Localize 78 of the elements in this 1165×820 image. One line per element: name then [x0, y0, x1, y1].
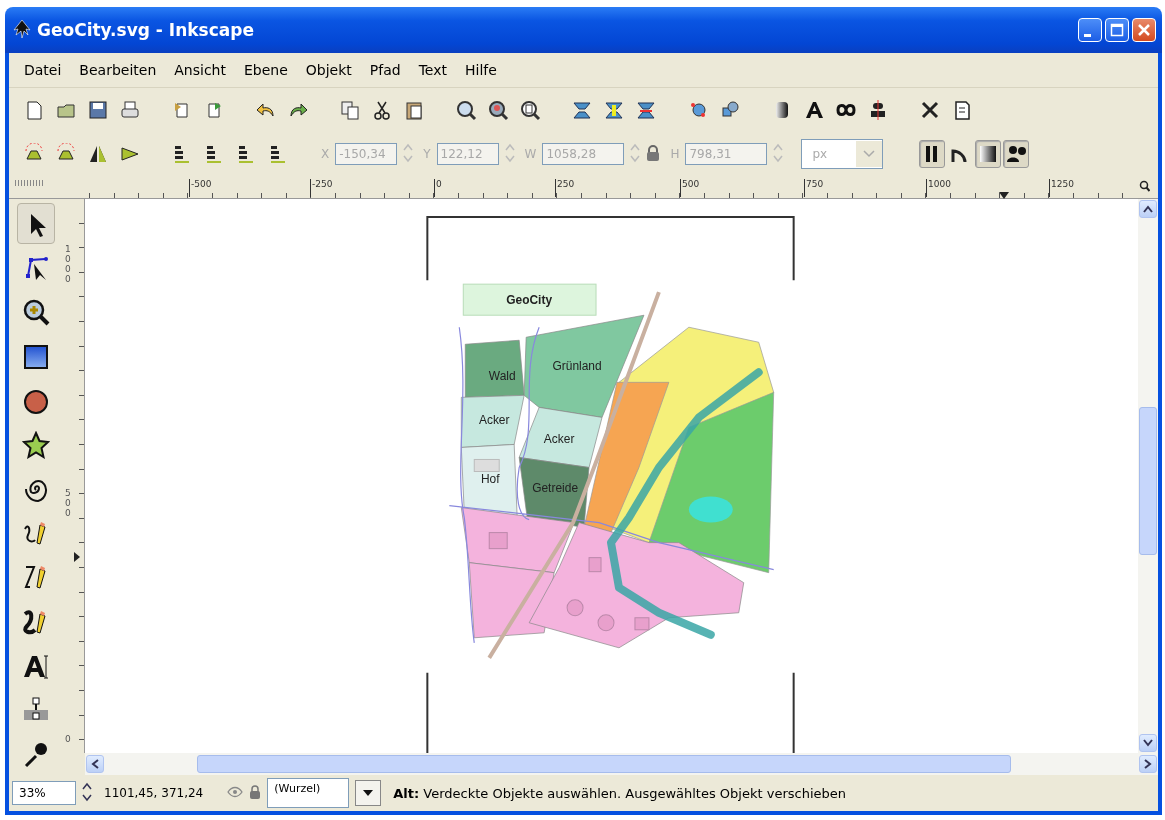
rectangle-icon [21, 342, 50, 371]
lock-icon[interactable] [646, 143, 661, 162]
scroll-up-icon[interactable] [1143, 205, 1153, 213]
map-label: Getreide [532, 480, 579, 495]
scroll-left-icon[interactable] [91, 759, 99, 769]
field-label: Y [423, 147, 431, 161]
pattern-icon [1005, 143, 1028, 165]
toggle-button[interactable] [919, 140, 946, 168]
ruler-label: -500 [189, 179, 212, 197]
ruler-label: 1000 [65, 245, 71, 285]
zoom-icon [21, 298, 50, 327]
maximize-button[interactable] [1105, 18, 1129, 42]
menu-item[interactable]: Datei [15, 62, 71, 78]
dropdown-button[interactable] [355, 780, 382, 806]
scissors-icon[interactable] [371, 99, 393, 121]
cursor-coordinates: 1101,45, 371,24 [104, 786, 204, 800]
position-marker-icon [74, 552, 80, 562]
align-icon[interactable] [603, 99, 625, 121]
magnifier-icon[interactable] [455, 99, 477, 121]
magnifier-icon[interactable] [519, 99, 541, 121]
window-title: GeoCity.svg - Inkscape [37, 20, 255, 40]
ruler-label: 750 [804, 179, 824, 197]
menu-item[interactable]: Pfad [360, 62, 410, 78]
zoom-field[interactable]: 33% [12, 781, 76, 805]
eye-icon[interactable] [227, 785, 244, 798]
menu-item[interactable]: Text [409, 62, 456, 78]
spin-arrows-icon[interactable] [82, 780, 92, 803]
printer-icon[interactable] [119, 99, 141, 121]
align-icon[interactable] [635, 99, 657, 121]
field-label: X [321, 147, 330, 161]
horizontal-scrollbar[interactable] [85, 753, 1158, 775]
ruler-label: 0 [65, 735, 71, 745]
map-label: Hof [480, 471, 500, 486]
menu-item[interactable]: Ebene [235, 62, 297, 78]
map-label: Wald [488, 369, 516, 384]
ruler-label: 500 [65, 489, 71, 519]
field-label: H [670, 147, 680, 161]
ruler-label: 1250 [1049, 179, 1074, 197]
scroll-thumb[interactable] [1139, 407, 1157, 555]
star-icon [21, 430, 50, 459]
ruler-label: 0 [434, 179, 442, 197]
app-logo-icon [11, 18, 33, 39]
minimize-icon [1083, 33, 1091, 37]
ruler-label: 500 [680, 179, 700, 197]
close-icon [1137, 23, 1151, 37]
ruler-label: -250 [310, 179, 333, 197]
map-label: Acker [543, 432, 575, 447]
duplicate-icon[interactable] [339, 99, 361, 121]
map-label: Acker [478, 413, 510, 428]
clipboard-icon[interactable] [403, 99, 425, 121]
menu-item[interactable]: Hilfe [456, 62, 506, 78]
field-label: W [524, 147, 537, 161]
scroll-thumb[interactable] [197, 755, 1011, 773]
align-icon[interactable] [571, 99, 593, 121]
map-label: Grünland [552, 359, 602, 374]
tool-button[interactable] [16, 203, 55, 245]
toggle-button[interactable] [975, 140, 1002, 168]
caret-icon [363, 790, 374, 796]
text-letter-icon[interactable] [803, 99, 825, 121]
magnifier-icon[interactable] [487, 99, 509, 121]
menu-item[interactable]: Ansicht [165, 62, 235, 78]
close-button[interactable] [1132, 18, 1156, 42]
scroll-down-icon[interactable] [1143, 739, 1153, 747]
ruler-label: 250 [555, 179, 575, 197]
lock-icon[interactable] [249, 783, 262, 800]
toggle-button[interactable] [1003, 140, 1030, 168]
layer-field[interactable]: (Wurzel) [267, 778, 350, 808]
maximize-icon [1110, 23, 1124, 37]
vertical-scrollbar[interactable] [1138, 199, 1158, 753]
map-title: GeoCity [506, 293, 553, 308]
scroll-right-icon[interactable] [1144, 759, 1152, 769]
minimize-button[interactable] [1078, 18, 1102, 42]
status-message: Alt: Verdeckte Objekte auswählen. Ausgewähltes Objekt verschieben [393, 785, 846, 801]
menu-item[interactable]: Bearbeiten [70, 62, 166, 78]
menu-item[interactable]: Objekt [296, 62, 361, 78]
ruler-label: 1000 [926, 179, 951, 197]
caret-icon [863, 150, 876, 158]
search-icon[interactable] [1139, 180, 1150, 192]
